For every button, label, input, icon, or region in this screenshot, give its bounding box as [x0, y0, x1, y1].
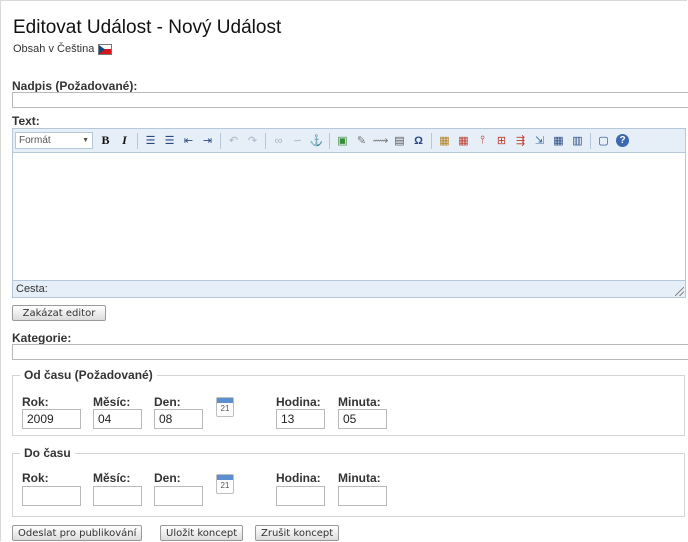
- calendar-day: 21: [220, 481, 230, 490]
- text-label: Text:: [12, 114, 40, 128]
- to-minute-input[interactable]: [338, 486, 387, 506]
- submit-for-publishing-button[interactable]: Odeslat pro publikování: [12, 525, 143, 541]
- merge-cells-icon[interactable]: ⇶: [512, 132, 529, 149]
- category-label: Kategorie:: [12, 331, 72, 345]
- format-select[interactable]: Formát ▼: [15, 132, 93, 149]
- to-hour-input[interactable]: [276, 486, 325, 506]
- help-icon[interactable]: ?: [614, 132, 631, 149]
- to-time-group: Do času Rok: Měsíc: Den: 21 Hodina: Minu…: [12, 446, 685, 517]
- disable-editor-button[interactable]: Zakázat editor: [12, 305, 106, 321]
- italic-icon[interactable]: I: [116, 132, 133, 149]
- editor-path-bar: Cesta:: [13, 280, 685, 297]
- title-input[interactable]: [12, 92, 688, 108]
- split-cells-icon[interactable]: ⇲: [531, 132, 548, 149]
- to-hour-label: Hodina:: [276, 471, 321, 485]
- format-select-label: Formát: [19, 135, 51, 146]
- from-day-input[interactable]: 08: [154, 409, 203, 429]
- resize-grip-icon[interactable]: [675, 287, 684, 296]
- from-time-group: Od času (Požadované) Rok: 2009 Měsíc: 04…: [12, 368, 685, 436]
- path-label: Cesta:: [16, 283, 48, 295]
- template-icon[interactable]: ▤: [391, 132, 408, 149]
- toolbar-separator: [220, 132, 221, 149]
- bullet-list-icon[interactable]: ☰: [142, 132, 159, 149]
- chevron-down-icon: ▼: [82, 137, 89, 144]
- toolbar-separator: [137, 132, 138, 149]
- rich-text-editor: Formát ▼ B I ☰ ☰ ⇤ ⇥ ↶ ↷ ∞ ∽ ⚓ ▣ ✎ ⟿ ▤ Ω…: [12, 128, 686, 298]
- from-hour-label: Hodina:: [276, 395, 321, 409]
- from-month-label: Měsíc:: [93, 395, 131, 409]
- to-time-legend: Do času: [20, 446, 75, 460]
- czech-flag-icon: [98, 43, 113, 55]
- image-icon[interactable]: ▣: [334, 132, 351, 149]
- to-year-label: Rok:: [22, 471, 49, 485]
- page-title: Editovat Událost - Nový Událost: [13, 17, 282, 38]
- table-icon[interactable]: ▦: [550, 132, 567, 149]
- to-year-input[interactable]: [22, 486, 81, 506]
- from-minute-input[interactable]: 05: [338, 409, 387, 429]
- from-year-label: Rok:: [22, 395, 49, 409]
- outdent-icon[interactable]: ⇤: [180, 132, 197, 149]
- unlink-icon[interactable]: ∽: [289, 132, 306, 149]
- editor-toolbar: Formát ▼ B I ☰ ☰ ⇤ ⇥ ↶ ↷ ∞ ∽ ⚓ ▣ ✎ ⟿ ▤ Ω…: [13, 129, 685, 153]
- from-year-input[interactable]: 2009: [22, 409, 81, 429]
- special-char-icon[interactable]: Ω: [410, 132, 427, 149]
- bold-icon[interactable]: B: [97, 132, 114, 149]
- to-month-input[interactable]: [93, 486, 142, 506]
- fullscreen-icon[interactable]: ▢: [595, 132, 612, 149]
- cancel-draft-button[interactable]: Zrušit koncept: [255, 525, 340, 541]
- toolbar-separator: [431, 132, 432, 149]
- to-day-input[interactable]: [154, 486, 203, 506]
- cell-props-icon[interactable]: ⊞: [493, 132, 510, 149]
- link-icon[interactable]: ∞: [270, 132, 287, 149]
- anchor-icon[interactable]: ⚓: [308, 132, 325, 149]
- editor-content-area[interactable]: [13, 153, 685, 281]
- from-minute-label: Minuta:: [338, 395, 381, 409]
- toolbar-separator: [265, 132, 266, 149]
- embed-icon[interactable]: ⟿: [372, 132, 389, 149]
- to-day-label: Den:: [154, 471, 181, 485]
- language-indicator: Obsah v Čeština: [13, 43, 113, 55]
- category-input[interactable]: [12, 344, 688, 360]
- table-props-icon[interactable]: ▦: [436, 132, 453, 149]
- attachment-icon[interactable]: ✎: [353, 132, 370, 149]
- insert-row-icon[interactable]: ⫯: [474, 132, 491, 149]
- to-minute-label: Minuta:: [338, 471, 381, 485]
- indent-icon[interactable]: ⇥: [199, 132, 216, 149]
- row-props-icon[interactable]: ▦: [455, 132, 472, 149]
- from-month-input[interactable]: 04: [93, 409, 142, 429]
- calendar-day: 21: [220, 404, 230, 413]
- calendar-icon[interactable]: 21: [216, 474, 234, 494]
- numbered-list-icon[interactable]: ☰: [161, 132, 178, 149]
- to-month-label: Měsíc:: [93, 471, 131, 485]
- toolbar-separator: [329, 132, 330, 149]
- language-label: Obsah v Čeština: [13, 43, 95, 55]
- save-draft-button[interactable]: Uložit koncept: [160, 525, 244, 541]
- from-time-legend: Od času (Požadované): [20, 368, 157, 382]
- undo-icon[interactable]: ↶: [225, 132, 242, 149]
- redo-icon[interactable]: ↷: [244, 132, 261, 149]
- calendar-icon[interactable]: 21: [216, 397, 234, 417]
- from-hour-input[interactable]: 13: [276, 409, 325, 429]
- table-delete-icon[interactable]: ▥: [569, 132, 586, 149]
- from-day-label: Den:: [154, 395, 181, 409]
- toolbar-separator: [590, 132, 591, 149]
- title-label: Nadpis (Požadované):: [12, 79, 138, 93]
